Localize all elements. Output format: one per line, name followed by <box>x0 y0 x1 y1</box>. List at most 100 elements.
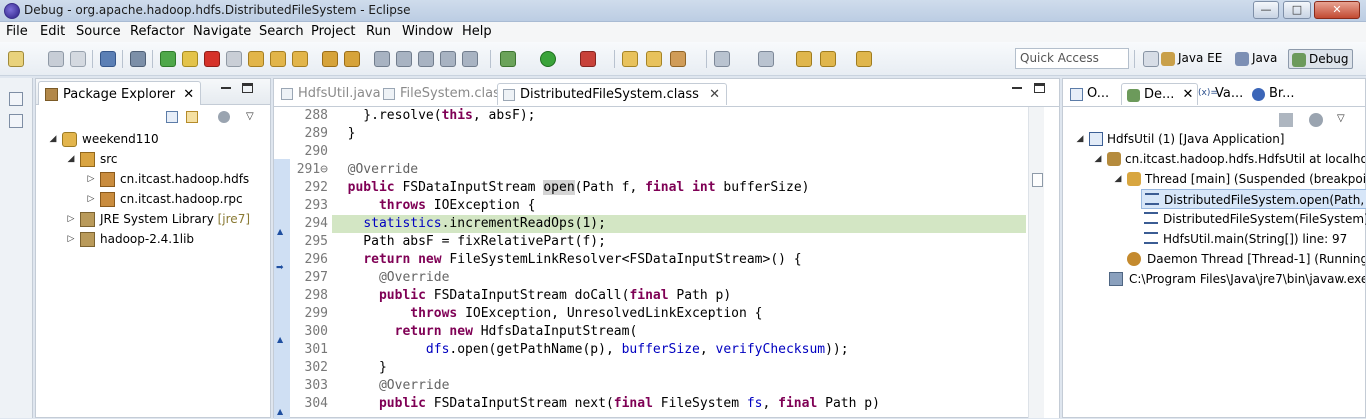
drop-to-frame-icon[interactable] <box>322 51 338 67</box>
last-edit-icon[interactable] <box>796 51 812 67</box>
annotation-icon[interactable] <box>714 51 730 67</box>
search-tool-icon[interactable] <box>670 51 686 67</box>
tab-breakpoints[interactable]: Br... <box>1247 83 1298 105</box>
resume-icon[interactable] <box>160 51 176 67</box>
menu-refactor[interactable]: Refactor <box>130 24 185 39</box>
perspective-java[interactable]: Java <box>1232 49 1281 69</box>
terminate-icon[interactable] <box>204 51 220 67</box>
collapse-all-icon[interactable] <box>166 111 178 123</box>
debug-icon[interactable] <box>500 51 516 67</box>
open-perspective-icon[interactable] <box>1143 51 1159 67</box>
breakpoint-ruler[interactable] <box>274 159 290 419</box>
minimize-view-icon[interactable] <box>221 87 231 89</box>
stack-frame-selected[interactable]: DistributedFileSystem.open(Path, i <box>1141 189 1366 209</box>
menu-source[interactable]: Source <box>76 24 121 39</box>
editor-scrollbar[interactable] <box>1028 107 1044 418</box>
menu-help[interactable]: Help <box>462 24 492 39</box>
menu-window[interactable]: Window <box>402 24 453 39</box>
link-editor-icon[interactable] <box>186 111 198 123</box>
debug-process-item[interactable]: C:\Program Files\Java\jre7\bin\javaw.exe <box>1105 269 1365 289</box>
close-icon[interactable]: ✕ <box>1183 87 1194 102</box>
chevron-down-icon[interactable]: ▽ <box>246 111 254 122</box>
close-icon[interactable]: ✕ <box>183 87 194 102</box>
menu-run[interactable]: Run <box>366 24 391 39</box>
tree-item-package-rpc[interactable]: ▷ cn.itcast.hadoop.rpc <box>86 189 266 209</box>
tab-outline[interactable]: O... <box>1065 83 1113 105</box>
tree-item-package-hdfs[interactable]: ▷ cn.itcast.hadoop.hdfs <box>86 169 266 189</box>
menu-navigate[interactable]: Navigate <box>193 24 251 39</box>
tab-variables[interactable]: (x)= Va... <box>1193 83 1247 105</box>
use-step-filters-icon[interactable] <box>344 51 360 67</box>
bug-icon <box>1292 53 1306 67</box>
tree-item-weekend110[interactable]: ◢ weekend110 <box>48 129 258 149</box>
breakpoint-icon <box>1252 88 1265 101</box>
close-button[interactable]: ✕ <box>1314 1 1360 19</box>
restore-view-icon[interactable] <box>9 92 23 106</box>
tool-b-icon[interactable] <box>396 51 412 67</box>
scroll-thumb[interactable] <box>1032 173 1043 187</box>
save-all-icon[interactable] <box>70 51 86 67</box>
tab-hdfsutil-java[interactable]: HdfsUtil.java <box>276 83 387 105</box>
perspective-java-ee[interactable]: Java EE <box>1158 49 1226 69</box>
menu-file[interactable]: File <box>6 24 28 39</box>
tab-distributedfilesystem-class[interactable]: DistributedFileSystem.class ✕ <box>497 83 727 105</box>
tab-package-explorer[interactable]: Package Explorer ✕ <box>38 81 202 105</box>
menu-project[interactable]: Project <box>311 24 355 39</box>
tool-d-icon[interactable] <box>440 51 456 67</box>
back-icon[interactable] <box>820 51 836 67</box>
title-bar: Debug - org.apache.hadoop.hdfs.Distribut… <box>0 0 1366 22</box>
open-type-icon[interactable] <box>622 51 638 67</box>
maximize-view-icon[interactable] <box>242 83 253 93</box>
menu-edit[interactable]: Edit <box>40 24 65 39</box>
chevron-down-icon[interactable]: ▽ <box>1337 113 1345 124</box>
minimize-button[interactable]: — <box>1253 1 1279 19</box>
tab-debug[interactable]: De... ✕ <box>1121 83 1199 105</box>
maximize-view-icon[interactable] <box>1034 83 1045 93</box>
outline-view-icon[interactable] <box>9 114 23 128</box>
tree-item-hadoop-lib[interactable]: ▷ hadoop-2.4.1lib <box>66 229 266 249</box>
disconnect-icon[interactable] <box>226 51 242 67</box>
next-annotation-icon[interactable] <box>758 51 774 67</box>
maximize-button[interactable]: □ <box>1283 1 1311 19</box>
overview-ruler[interactable] <box>1044 107 1059 418</box>
debug-thread-daemon[interactable]: Daemon Thread [Thread-1] (Running) <box>1121 249 1365 269</box>
run-icon[interactable] <box>540 51 556 67</box>
menu-search[interactable]: Search <box>259 24 304 39</box>
view-menu-icon[interactable] <box>218 111 230 123</box>
external-tools-icon[interactable] <box>580 51 596 67</box>
perspective-debug[interactable]: Debug <box>1288 49 1354 69</box>
stack-frame-icon <box>1144 212 1158 224</box>
debug-thread-main[interactable]: ◢ Thread [main] (Suspended (breakpoint <box>1113 169 1365 189</box>
forward-icon[interactable] <box>856 51 872 67</box>
open-folder-icon[interactable] <box>646 51 662 67</box>
stack-frame-icon <box>1145 193 1159 205</box>
tool-a-icon[interactable] <box>374 51 390 67</box>
suspend-icon[interactable] <box>182 51 198 67</box>
view-menu-icon[interactable] <box>1309 113 1323 127</box>
tree-item-jre-library[interactable]: ▷ JRE System Library [jre7] <box>66 209 266 229</box>
library-icon <box>80 212 95 227</box>
remove-terminated-icon[interactable] <box>1279 113 1293 127</box>
tool-e-icon[interactable] <box>462 51 478 67</box>
tree-item-src[interactable]: ◢ src <box>66 149 256 169</box>
new-icon[interactable] <box>8 51 24 67</box>
save-icon[interactable] <box>48 51 64 67</box>
stack-frame[interactable]: HdfsUtil.main(String[]) line: 97 <box>1141 229 1366 249</box>
skip-breakpoints-icon[interactable] <box>130 51 146 67</box>
console-icon[interactable] <box>100 51 116 67</box>
quick-access-input[interactable]: Quick Access <box>1015 48 1129 69</box>
package-explorer-header: Package Explorer ✕ <box>36 79 270 105</box>
step-into-icon[interactable] <box>248 51 264 67</box>
tool-c-icon[interactable] <box>418 51 434 67</box>
minimize-view-icon[interactable] <box>1012 87 1022 89</box>
package-icon <box>100 172 115 187</box>
tab-filesystem-class[interactable]: FileSystem.class <box>378 83 513 105</box>
debug-launch-item[interactable]: ◢ HdfsUtil (1) [Java Application] <box>1075 129 1365 149</box>
stack-frame[interactable]: DistributedFileSystem(FileSystem). <box>1141 209 1366 229</box>
code-editor[interactable]: }.resolve(this, absF); } @Override publi… <box>332 107 1026 418</box>
step-return-icon[interactable] <box>292 51 308 67</box>
step-over-icon[interactable] <box>270 51 286 67</box>
debug-target-item[interactable]: ◢ cn.itcast.hadoop.hdfs.HdfsUtil at loca… <box>1093 149 1365 169</box>
close-icon[interactable]: ✕ <box>709 87 720 102</box>
